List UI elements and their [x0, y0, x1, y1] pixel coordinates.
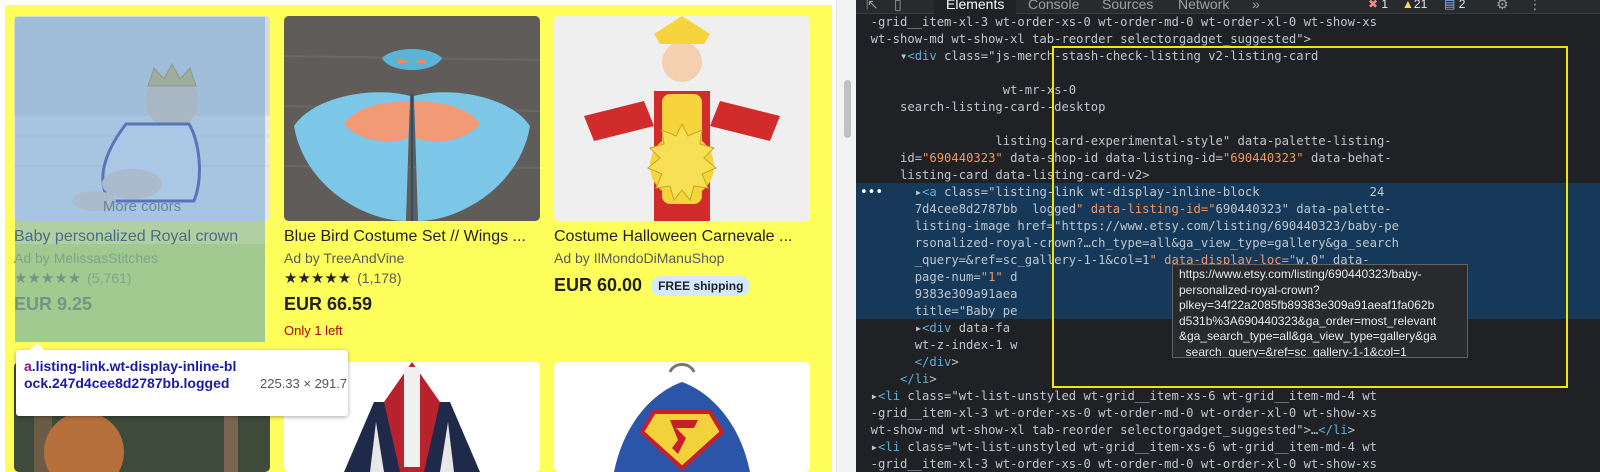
review-count: (5,761) — [87, 270, 132, 286]
dom-line[interactable]: wt-mr-xs-0 — [856, 82, 1076, 99]
star-rating-icon: ★★★★★ — [284, 270, 352, 287]
dom-line[interactable]: ▸<li class="wt-list-unstyled wt-grid__it… — [856, 439, 1377, 456]
baby-crown-photo — [14, 16, 270, 221]
listing-price-row: EUR 60.00 FREE shipping — [554, 275, 810, 297]
listing-image[interactable]: More colors — [14, 16, 270, 221]
superman-cape-photo — [554, 362, 810, 472]
listing-price: EUR 66.59 — [284, 294, 373, 314]
message-icon: ▤ — [1444, 0, 1456, 11]
warning-count: 21 — [1413, 0, 1428, 11]
dom-line[interactable]: </div> — [856, 354, 959, 371]
rating: ★★★★★ (1,178) — [284, 269, 540, 288]
devtools-panel: ⇱ ▯ Elements Console Sources Network » ✖… — [856, 0, 1600, 472]
tooltip-class-list: .listing-link.wt-display-inline-block.24… — [24, 358, 237, 391]
inspect-cursor-icon[interactable]: ⇱ — [866, 0, 878, 13]
dom-line[interactable]: </li> — [856, 371, 937, 388]
device-toggle-icon[interactable]: ▯ — [894, 0, 902, 13]
listing-card[interactable]: Costume Halloween Carnevale ... Ad by Il… — [554, 16, 810, 297]
listing-card[interactable]: Blue Bird Costume Set // Wings ... Ad by… — [284, 16, 540, 338]
tooltip-dimensions: 225.33 × 291.7 — [260, 376, 348, 391]
ad-shop-label: Ad by IlMondoDiManuShop — [554, 250, 725, 266]
dom-line[interactable]: -grid__item-xl-3 wt-order-xs-0 wt-order-… — [856, 456, 1377, 472]
star-rating-icon: ★★★★★ — [14, 270, 82, 287]
scrollbar-thumb[interactable] — [844, 80, 851, 138]
message-count-badge[interactable]: ▤ 2 — [1444, 0, 1465, 11]
dom-line[interactable]: title="Baby pe — [856, 303, 1018, 320]
href-hover-tooltip: https://www.etsy.com/listing/690440323/b… — [1172, 264, 1468, 358]
ad-shop-label: Ad by MelissasStitches — [14, 250, 158, 266]
listing-title[interactable]: Baby personalized Royal crown — [14, 227, 270, 247]
listing-price: EUR 9.25 — [14, 294, 93, 314]
tab-console[interactable]: Console — [1028, 0, 1079, 12]
listing-image[interactable] — [554, 362, 810, 472]
tab-elements[interactable]: Elements — [934, 0, 1017, 14]
tooltip-tag: a — [24, 358, 32, 374]
tab-sources[interactable]: Sources — [1102, 0, 1153, 12]
inspect-element-tooltip: a.listing-link.wt-display-inline-block.2… — [16, 343, 348, 416]
listing-image[interactable] — [554, 16, 810, 221]
devtools-toolbar: ⇱ ▯ Elements Console Sources Network » ✖… — [856, 0, 1600, 14]
listing-price: EUR 60.00 — [554, 275, 643, 295]
message-count: 2 — [1458, 0, 1466, 11]
page-scrollbar[interactable] — [836, 0, 856, 472]
listing-card[interactable] — [554, 362, 810, 472]
tab-network[interactable]: Network — [1178, 0, 1229, 12]
warning-icon: ▲ — [1402, 0, 1414, 11]
ad-shop-label: Ad by TreeAndVine — [284, 250, 405, 266]
dom-line[interactable]: -grid__item-xl-3 wt-order-xs-0 wt-order-… — [856, 14, 1377, 31]
rating: ★★★★★ (5,761) — [14, 269, 270, 288]
error-count: 1 — [1381, 0, 1389, 11]
more-colors-label: More colors — [102, 198, 182, 215]
review-count: (1,178) — [357, 270, 402, 286]
tooltip-selector: a.listing-link.wt-display-inline-block.2… — [24, 358, 244, 392]
more-options-icon[interactable]: ⋮ — [1528, 0, 1542, 13]
tooltip-arrow — [30, 343, 44, 350]
dom-line[interactable]: wt-show-md wt-show-xl tab-reorder select… — [856, 422, 1355, 439]
more-tabs-button[interactable]: » — [1252, 0, 1260, 12]
listing-title[interactable]: Blue Bird Costume Set // Wings ... — [284, 227, 540, 247]
etsy-page: More colors Baby personalized Royal crow… — [0, 0, 836, 472]
error-icon: ✖ — [1368, 0, 1379, 11]
dom-line[interactable]: wt-z-index-1 w — [856, 337, 1018, 354]
listing-card[interactable]: More colors Baby personalized Royal crow… — [14, 16, 270, 315]
dom-line[interactable]: -grid__item-xl-3 wt-order-xs-0 wt-order-… — [856, 405, 1377, 422]
dom-line[interactable]: ▸<li class="wt-list-unstyled wt-grid__it… — [856, 388, 1377, 405]
settings-gear-icon[interactable]: ⚙ — [1496, 0, 1509, 13]
blue-bird-costume-photo — [284, 16, 540, 221]
stock-warning: Only 1 left — [284, 323, 343, 338]
warning-count-badge[interactable]: ▲21 — [1402, 0, 1427, 11]
listing-image[interactable] — [284, 16, 540, 221]
free-shipping-badge: FREE shipping — [651, 276, 751, 297]
listing-title[interactable]: Costume Halloween Carnevale ... — [554, 227, 810, 247]
error-count-badge[interactable]: ✖ 1 — [1368, 0, 1388, 11]
sun-costume-photo — [554, 16, 810, 221]
